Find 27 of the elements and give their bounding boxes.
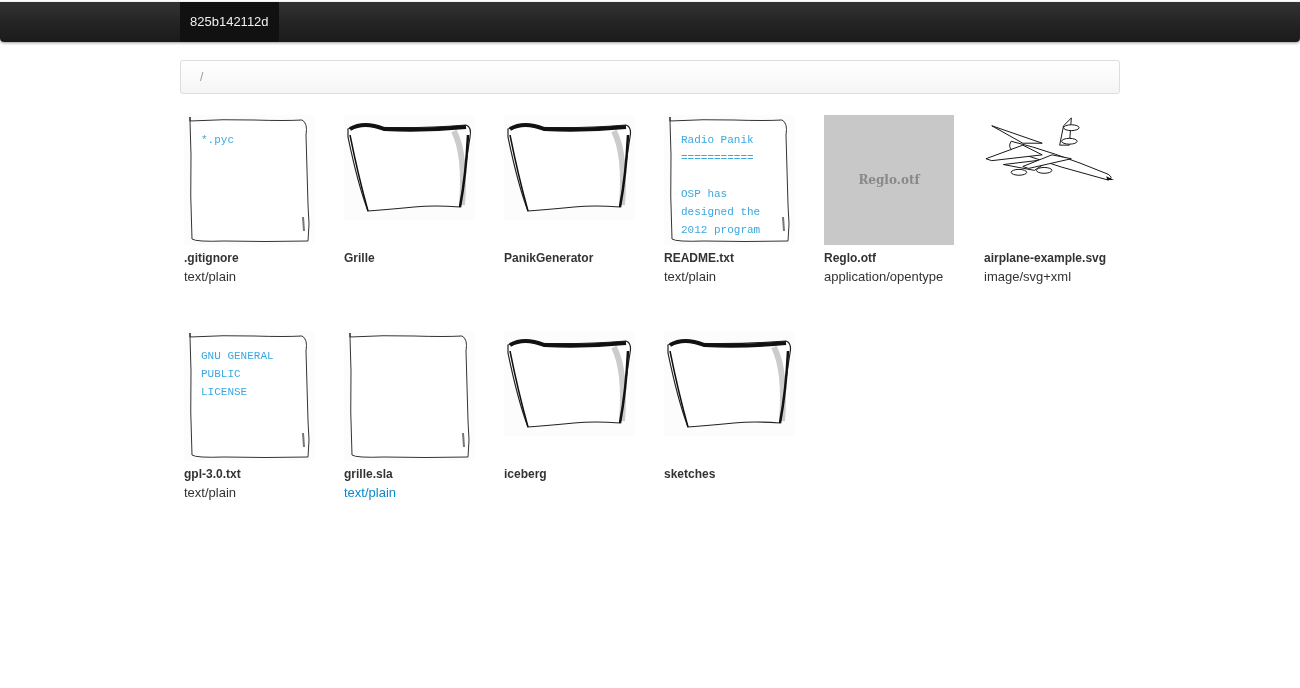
preview-text: designed the <box>681 205 762 220</box>
file-name[interactable]: .gitignore <box>184 249 340 267</box>
file-name[interactable]: README.txt <box>664 249 820 267</box>
mime-type: text/plain <box>184 484 238 502</box>
file-name[interactable]: iceberg <box>504 465 660 483</box>
brand-link[interactable]: 825b142112d <box>180 2 279 42</box>
file-name[interactable]: Reglo.otf <box>824 249 980 267</box>
file-name[interactable]: gpl-3.0.txt <box>184 465 340 483</box>
mime-type: image/svg+xml <box>984 268 1073 286</box>
preview-text: PUBLIC <box>201 367 242 382</box>
preview-text: =========== <box>681 151 755 166</box>
preview-text: *.pyc <box>201 133 235 148</box>
file-name[interactable]: PanikGenerator <box>504 249 660 267</box>
file-name[interactable]: Grille <box>344 249 500 267</box>
file-name[interactable]: airplane-example.svg <box>984 249 1140 267</box>
preview-text: OSP has <box>681 187 729 202</box>
font-sample: Reglo.otf <box>858 173 920 187</box>
mime-type: text/plain <box>664 268 718 286</box>
mime-type: text/plain <box>184 268 238 286</box>
preview-text: 2012 program <box>681 223 762 238</box>
mime-type: text/plain <box>344 484 398 502</box>
preview-text: GNU GENERAL <box>201 349 275 364</box>
preview-text: Radio Panik <box>681 133 755 148</box>
file-name[interactable]: sketches <box>664 465 820 483</box>
mime-type: application/opentype <box>824 268 945 286</box>
file-name[interactable]: grille.sla <box>344 465 500 483</box>
preview-text: LICENSE <box>201 385 249 400</box>
